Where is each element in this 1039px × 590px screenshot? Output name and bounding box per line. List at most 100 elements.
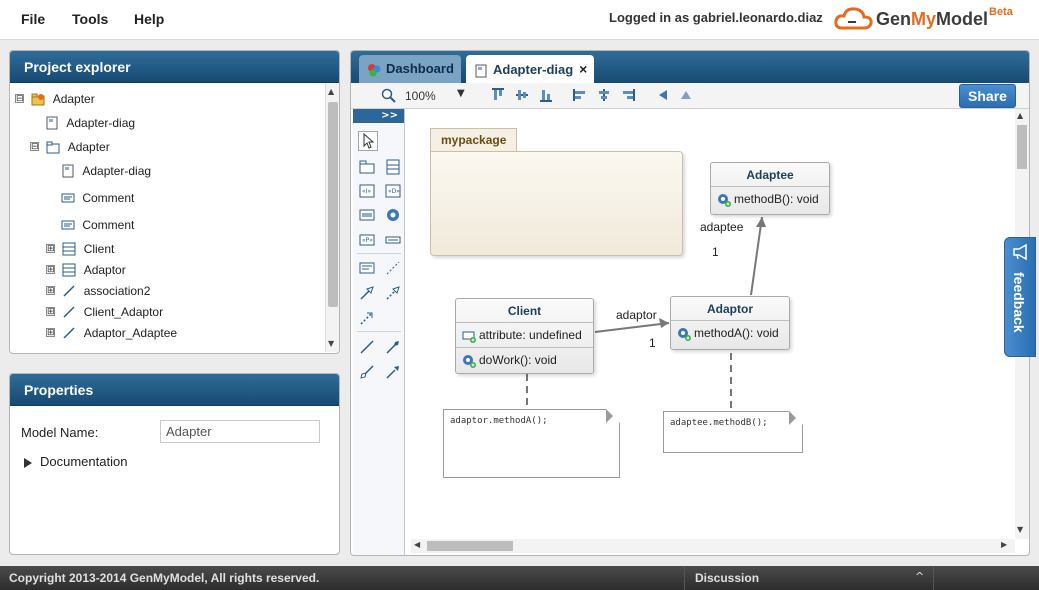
class-client-attribute-text: attribute: undefined <box>479 328 582 342</box>
tree-item-adaptor[interactable]: ⊞ Adaptor <box>46 262 126 280</box>
expand-toggle-icon[interactable]: ⊞ <box>46 244 55 254</box>
tree-scrollbar[interactable]: ▲ ▼ <box>325 84 339 352</box>
association-icon <box>63 327 75 339</box>
align-top-icon[interactable] <box>491 88 505 102</box>
align-left-icon[interactable] <box>573 88 587 102</box>
scroll-down-icon[interactable]: ▼ <box>328 339 334 348</box>
tab-adapter-diag[interactable]: Adapter-diag × <box>466 55 594 83</box>
class-adaptor-operation[interactable]: methodA(): void <box>671 321 789 345</box>
svg-text:«I»: «I» <box>362 188 371 195</box>
tree-item-adaptor-adaptee[interactable]: ⊞ Adaptor_Adaptee <box>46 325 177 343</box>
expand-toggle-icon[interactable]: ⊞ <box>46 265 55 275</box>
align-bottom-icon[interactable] <box>539 88 553 102</box>
bring-forward-icon[interactable] <box>679 88 693 102</box>
tree-item-client[interactable]: ⊞ Client <box>46 241 114 259</box>
discussion-toggle[interactable]: Discussion ^ <box>684 566 934 590</box>
class-tool-icon[interactable] <box>385 159 401 175</box>
enumeration-tool-icon[interactable] <box>359 207 375 223</box>
association-icon <box>63 285 75 297</box>
expand-toggle-icon[interactable]: ⊞ <box>46 286 55 296</box>
canvas-horizontal-scrollbar[interactable]: ◀ ▶ <box>411 539 1015 553</box>
scroll-down-icon[interactable]: ▼ <box>1017 525 1023 534</box>
tree-item-label: association2 <box>83 283 151 298</box>
expand-toggle-icon[interactable]: ⊞ <box>46 328 55 338</box>
package-icon <box>46 141 60 154</box>
comment-link-tool-icon[interactable] <box>385 260 401 276</box>
model-name-input[interactable]: Adapter <box>160 420 320 443</box>
arrowhead-adaptor-icon <box>659 318 669 328</box>
tree-item-adapter-diag[interactable]: Adapter-diag <box>61 163 151 181</box>
chevron-up-icon: ^ <box>915 570 925 583</box>
primitive-tool-icon[interactable]: «P» <box>359 232 375 248</box>
tree-item-label: Adapter <box>67 139 110 154</box>
menu-file[interactable]: File <box>21 11 45 27</box>
canvas-horizontal-thumb[interactable] <box>427 541 513 551</box>
package-tool-icon[interactable] <box>359 159 375 175</box>
send-backward-icon[interactable] <box>656 88 670 102</box>
properties-title: Properties <box>10 374 339 406</box>
select-pointer-icon[interactable] <box>358 131 378 151</box>
svg-text:«D»: «D» <box>388 188 400 195</box>
class-client-operation[interactable]: doWork(): void <box>456 347 593 371</box>
share-button[interactable]: Share <box>959 84 1016 108</box>
directed-association-tool-icon[interactable] <box>385 364 401 380</box>
comment-icon <box>61 220 75 230</box>
composition-tool-icon[interactable] <box>385 339 401 355</box>
feedback-tab[interactable]: feedback <box>1004 237 1036 357</box>
logged-in-user: Logged in as gabriel.leonardo.diaz <box>609 10 823 25</box>
tab-dashboard[interactable]: Dashboard <box>359 55 461 83</box>
align-middle-icon[interactable] <box>515 88 529 102</box>
comment-tool-icon[interactable] <box>359 260 375 276</box>
copyright-text: Copyright 2013-2014 GenMyModel, All righ… <box>9 571 320 585</box>
canvas-vertical-thumb[interactable] <box>1017 125 1027 169</box>
class-client-operation-text: doWork(): void <box>479 353 557 367</box>
datatype-tool-icon[interactable]: «D» <box>385 183 401 199</box>
generalization-tool-icon[interactable] <box>359 285 375 301</box>
zoom-level[interactable]: 100% <box>405 89 436 103</box>
align-center-icon[interactable] <box>597 88 611 102</box>
collapse-toggle-icon[interactable]: ⊟ <box>30 142 39 152</box>
zoom-dropdown-icon[interactable]: ▼ <box>457 88 465 99</box>
class-adaptee-operation[interactable]: methodB(): void <box>711 187 829 211</box>
dependency-tool-icon[interactable] <box>359 310 375 326</box>
tree-item-adapter-project[interactable]: ⊟ Adapter <box>15 91 95 109</box>
tree-item-association2[interactable]: ⊞ association2 <box>46 283 150 301</box>
expand-toggle-icon[interactable]: ⊞ <box>46 307 55 317</box>
comment-note-client[interactable]: adaptor.methodA(); <box>443 409 620 478</box>
feedback-label: feedback <box>1011 272 1027 333</box>
scroll-up-icon[interactable]: ▲ <box>1017 111 1023 120</box>
close-tab-icon[interactable]: × <box>579 61 587 77</box>
editor-toolbar: 100% ▼ Share <box>351 83 1029 109</box>
tree-item-comment[interactable]: Comment <box>61 217 134 235</box>
class-client[interactable]: Client attribute: undefined doWork(): vo… <box>455 298 594 374</box>
tree-item-comment[interactable]: Comment <box>61 190 134 208</box>
menu-help[interactable]: Help <box>134 11 164 27</box>
tree-item-adapter-diag-root[interactable]: Adapter-diag <box>45 115 135 133</box>
scroll-left-icon[interactable]: ◀ <box>414 540 420 549</box>
tree-scroll-thumb[interactable] <box>328 102 338 307</box>
operation-tool-icon[interactable] <box>385 207 401 223</box>
palette-toggle[interactable]: >> <box>353 109 404 123</box>
zoom-icon[interactable] <box>381 88 397 104</box>
association-tool-icon[interactable] <box>359 339 375 355</box>
realization-tool-icon[interactable] <box>385 285 401 301</box>
attribute-tool-icon[interactable] <box>385 232 401 248</box>
tree-item-adapter-package[interactable]: ⊟ Adapter <box>30 139 110 157</box>
scroll-right-icon[interactable]: ▶ <box>1001 540 1007 549</box>
class-adaptee[interactable]: Adaptee methodB(): void <box>710 162 830 215</box>
collapse-toggle-icon[interactable]: ⊟ <box>15 94 24 104</box>
project-icon <box>31 93 45 106</box>
documentation-toggle[interactable]: Documentation <box>24 454 127 469</box>
class-adaptor[interactable]: Adaptor methodA(): void <box>670 296 790 350</box>
class-client-attribute[interactable]: attribute: undefined <box>456 323 593 347</box>
interface-tool-icon[interactable]: «I» <box>359 183 375 199</box>
aggregation-tool-icon[interactable] <box>359 364 375 380</box>
align-right-icon[interactable] <box>621 88 635 102</box>
menu-tools[interactable]: Tools <box>72 11 108 27</box>
class-adaptee-operation-text: methodB(): void <box>734 192 819 206</box>
tree-item-label: Adapter-diag <box>66 115 136 130</box>
tree-item-client-adaptor[interactable]: ⊞ Client_Adaptor <box>46 304 163 322</box>
scroll-up-icon[interactable]: ▲ <box>328 87 334 96</box>
comment-note-adaptor[interactable]: adaptee.methodB(); <box>663 411 803 453</box>
diagram-canvas[interactable]: mypackage Client attribute: undefined do… <box>411 109 1015 539</box>
